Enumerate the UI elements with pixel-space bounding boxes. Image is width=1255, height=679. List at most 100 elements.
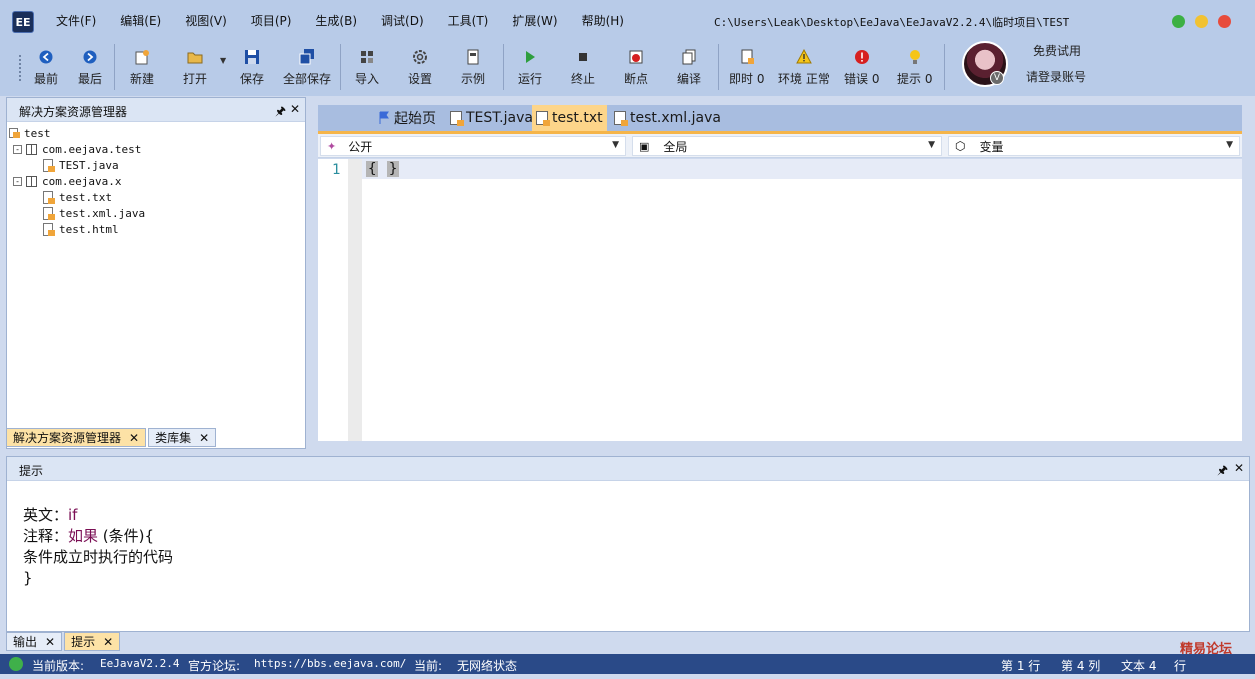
hint-english-line: 英文：if <box>23 506 78 524</box>
minimize-button[interactable] <box>1195 15 1208 28</box>
close-icon[interactable]: ✕ <box>45 635 55 649</box>
editor-area: 起始页 TEST.java test.txt test.xml.java ✦ 公… <box>312 97 1250 449</box>
window-title-path: C:\Users\Leak\Desktop\EeJava\EeJavaV2.2.… <box>714 16 1070 29</box>
stop-button[interactable]: 终止 <box>571 46 595 90</box>
tab-test-txt[interactable]: test.txt <box>532 105 607 131</box>
maximize-button[interactable] <box>1172 15 1185 28</box>
close-icon[interactable]: ✕ <box>103 635 113 649</box>
tab-library-set[interactable]: 类库集 ✕ <box>148 428 217 447</box>
example-icon <box>464 48 482 66</box>
settings-button[interactable]: 设置 <box>408 46 432 90</box>
member-icon: ✦ <box>327 139 337 153</box>
save-button[interactable]: 保存 <box>240 46 264 90</box>
current-line-highlight <box>362 159 1242 179</box>
example-button[interactable]: 示例 <box>461 46 485 90</box>
scope-icon: ▣ <box>639 139 650 153</box>
errors-button[interactable]: 错误 0 <box>844 46 879 90</box>
play-icon <box>521 48 539 66</box>
tab-output[interactable]: 输出 ✕ <box>6 632 63 651</box>
login-link[interactable]: 请登录账号 <box>1026 68 1086 85</box>
menu-extensions[interactable]: 扩展(W) <box>500 12 569 29</box>
breakpoint-button[interactable]: 断点 <box>624 46 648 90</box>
navigation-dropdowns: ✦ 公开 ▼ ▣ 全局 ▼ ⬡ 变量 ▼ <box>318 134 1242 158</box>
stop-icon <box>574 48 592 66</box>
html-file-icon <box>43 222 55 236</box>
col-indicator: 第 4 列 <box>1061 659 1101 673</box>
hint-panel-header: 提示 🖈 ✕ <box>7 457 1249 481</box>
java-file-icon <box>450 111 464 126</box>
menu-build[interactable]: 生成(B) <box>303 12 369 29</box>
tab-hints[interactable]: 提示 ✕ <box>64 632 121 651</box>
menu-view[interactable]: 视图(V) <box>173 12 239 29</box>
tab-start-page[interactable]: 起始页 <box>374 105 440 131</box>
open-button[interactable]: 打开 <box>183 46 207 90</box>
collapse-icon[interactable]: - <box>13 176 22 186</box>
menu-tools[interactable]: 工具(T) <box>436 12 501 29</box>
pin-icon[interactable]: 🖈 <box>1217 461 1228 482</box>
menu-debug[interactable]: 调试(D) <box>369 12 436 29</box>
close-icon[interactable]: ✕ <box>1234 461 1244 475</box>
tab-test-xml-java[interactable]: test.xml.java <box>610 105 725 131</box>
tree-file[interactable]: test.xml.java <box>43 205 145 221</box>
tree-package[interactable]: - com.eejava.test <box>13 141 141 157</box>
tab-test-java[interactable]: TEST.java <box>446 105 537 131</box>
code-line: { } <box>366 161 400 177</box>
arrow-right-icon <box>81 48 99 66</box>
compile-button[interactable]: 编译 <box>677 46 701 90</box>
collapse-icon[interactable]: - <box>13 144 22 154</box>
new-button[interactable]: 新建 <box>130 46 154 90</box>
menu-project[interactable]: 项目(P) <box>239 12 304 29</box>
shield-check-icon <box>9 657 23 671</box>
hint-content: 英文：if 注释：如果 (条件){ 条件成立时执行的代码 } <box>23 505 173 589</box>
open-dropdown-icon[interactable]: ▼ <box>220 56 226 65</box>
current-label: 当前: <box>414 659 443 673</box>
close-icon[interactable]: ✕ <box>129 431 139 445</box>
project-icon <box>9 128 20 138</box>
tree-root[interactable]: test <box>9 125 51 141</box>
panel-splitter[interactable] <box>0 449 1255 455</box>
close-icon[interactable]: ✕ <box>199 431 209 445</box>
hints-button[interactable]: 提示 0 <box>897 46 932 90</box>
package-icon <box>26 175 37 187</box>
tree-file[interactable]: TEST.java <box>43 157 119 173</box>
instant-button[interactable]: 即时 0 <box>729 46 764 90</box>
pin-icon[interactable]: 🖈 <box>275 102 286 123</box>
version-label: 当前版本: <box>32 659 85 673</box>
java-file-icon <box>614 111 628 126</box>
cube-icon: ⬡ <box>955 139 966 153</box>
tree-file[interactable]: test.html <box>43 221 119 237</box>
chevron-down-icon: ▼ <box>928 140 935 150</box>
tree-package[interactable]: - com.eejava.x <box>13 173 121 189</box>
forum-link[interactable]: https://bbs.eejava.com/ <box>254 657 406 670</box>
menu-file[interactable]: 文件(F) <box>44 12 108 29</box>
vip-badge: V <box>990 71 1004 85</box>
free-trial-link[interactable]: 免费试用 <box>1033 42 1081 59</box>
run-button[interactable]: 运行 <box>518 46 542 90</box>
toolbar-grip[interactable] <box>18 54 22 82</box>
code-editor[interactable]: 1 { } <box>318 159 1242 441</box>
import-button[interactable]: 导入 <box>355 46 379 90</box>
title-bar: EE 文件(F) 编辑(E) 视图(V) 项目(P) 生成(B) 调试(D) 工… <box>0 0 1255 40</box>
error-icon <box>853 48 871 66</box>
brace-open: { <box>366 161 379 177</box>
environment-button[interactable]: 环境 正常 <box>778 46 830 90</box>
back-button[interactable]: 最前 <box>34 46 58 90</box>
tab-solution-explorer[interactable]: 解决方案资源管理器 ✕ <box>6 428 147 447</box>
line-number: 1 <box>332 162 341 178</box>
forward-button[interactable]: 最后 <box>78 46 102 90</box>
breakpoint-icon <box>627 48 645 66</box>
close-icon[interactable]: ✕ <box>290 102 300 116</box>
save-all-button[interactable]: 全部保存 <box>283 46 331 90</box>
gear-icon <box>411 48 429 66</box>
text-indicator: 文本 4 <box>1121 659 1157 673</box>
hint-note-line: 注释：如果 (条件){ <box>23 527 155 545</box>
menu-help[interactable]: 帮助(H) <box>570 12 636 29</box>
tree-file[interactable]: test.txt <box>43 189 112 205</box>
menu-edit[interactable]: 编辑(E) <box>108 12 173 29</box>
folder-open-icon <box>186 48 204 66</box>
access-dropdown[interactable]: ✦ 公开 ▼ <box>320 136 626 156</box>
arrow-left-icon <box>37 48 55 66</box>
variable-dropdown[interactable]: ⬡ 变量 ▼ <box>948 136 1240 156</box>
close-button[interactable] <box>1218 15 1231 28</box>
scope-dropdown[interactable]: ▣ 全局 ▼ <box>632 136 942 156</box>
